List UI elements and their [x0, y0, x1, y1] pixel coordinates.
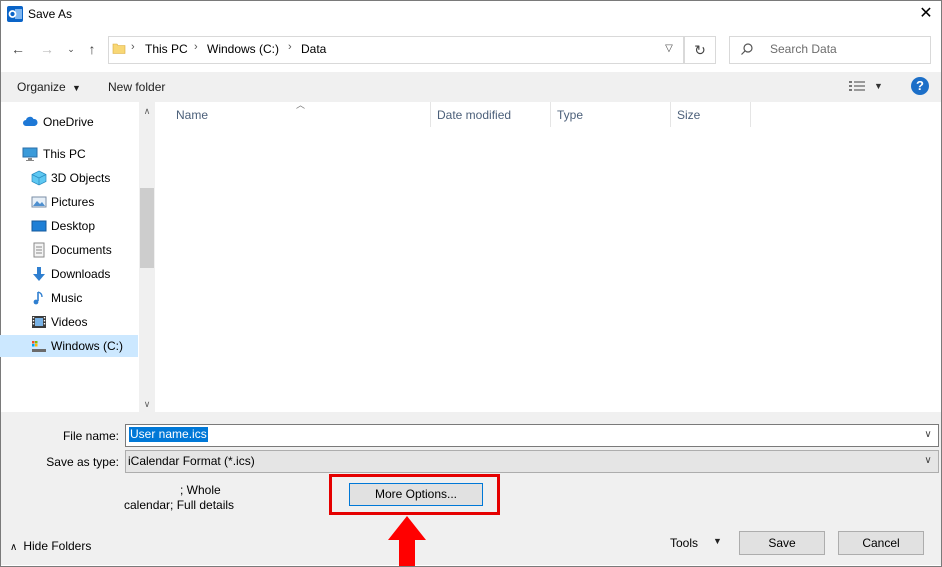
window-title: Save As [28, 7, 73, 21]
close-window-button[interactable]: ✕ [912, 1, 940, 27]
nav-item-windows-c[interactable]: Windows (C:) [0, 335, 138, 357]
downloads-icon [33, 267, 45, 281]
search-placeholder: Search Data [770, 42, 837, 56]
nav-item-label: Documents [51, 243, 112, 257]
onedrive-cloud-icon [23, 116, 38, 126]
back-arrow-icon[interactable]: ← [9, 40, 27, 58]
file-name-value[interactable]: User name.ics [129, 427, 208, 442]
column-header-date-modified[interactable]: Date modified [437, 108, 511, 122]
column-divider[interactable] [550, 102, 551, 127]
refresh-icon[interactable]: ↻ [684, 36, 716, 64]
nav-item-documents[interactable]: Documents [0, 239, 138, 261]
nav-item-label: 3D Objects [51, 171, 111, 185]
save-as-type-dropdown-icon[interactable]: ∨ [920, 451, 936, 471]
breadcrumb-chevron-icon: › [194, 41, 198, 53]
nav-item-label: OneDrive [43, 115, 94, 129]
hide-folders-button[interactable]: ∧ Hide Folders [10, 539, 91, 553]
tools-menu-button[interactable]: Tools [670, 536, 698, 550]
scrollbar-thumb[interactable] [140, 188, 154, 268]
nav-item-pictures[interactable]: Pictures [0, 191, 138, 213]
title-bar [1, 1, 941, 29]
nav-item-label: Music [51, 291, 83, 305]
nav-item-downloads[interactable]: Downloads [0, 263, 138, 285]
cancel-button[interactable]: Cancel [838, 531, 924, 555]
music-icon [33, 291, 43, 305]
nav-item-label: This PC [43, 147, 86, 161]
chevron-down-icon: ▼ [72, 83, 81, 93]
nav-item-this-pc[interactable]: This PC [0, 143, 138, 165]
save-description-line2: calendar; Full details [124, 498, 235, 512]
forward-arrow-icon[interactable]: → [38, 40, 56, 58]
column-header-size[interactable]: Size [677, 108, 700, 122]
scroll-down-arrow-icon[interactable]: ∨ [139, 397, 155, 411]
column-divider[interactable] [430, 102, 431, 127]
column-divider[interactable] [670, 102, 671, 127]
folder-icon [112, 43, 126, 54]
hide-folders-label: Hide Folders [23, 539, 92, 553]
desktop-icon [31, 220, 47, 232]
nav-item-label: Videos [51, 315, 88, 329]
nav-item-onedrive[interactable]: OneDrive [0, 111, 138, 133]
nav-item-3d-objects[interactable]: 3D Objects [0, 167, 138, 189]
breadcrumb-chevron-icon: › [131, 41, 135, 53]
breadcrumb-data[interactable]: Data [301, 42, 326, 56]
outlook-app-icon [7, 6, 23, 22]
tools-dropdown-icon[interactable]: ▼ [713, 536, 722, 546]
red-arrow-up-annotation-icon [388, 516, 426, 566]
search-icon [741, 43, 753, 55]
nav-item-label: Windows (C:) [51, 339, 124, 353]
save-as-type-value: iCalendar Format (*.ics) [128, 454, 255, 468]
file-name-label: File name: [62, 429, 119, 443]
breadcrumb-windows-c[interactable]: Windows (C:) [207, 42, 279, 56]
videos-icon [32, 316, 46, 328]
file-name-input[interactable] [125, 424, 939, 447]
organize-label: Organize [17, 80, 66, 94]
pictures-icon [31, 196, 47, 208]
help-icon[interactable]: ? [911, 77, 929, 95]
documents-icon [33, 242, 45, 258]
save-description-line1: ; Whole [180, 483, 221, 497]
column-header-name[interactable]: Name [176, 108, 208, 122]
column-header-type[interactable]: Type [557, 108, 583, 122]
more-options-button[interactable]: More Options... [349, 483, 483, 506]
nav-item-music[interactable]: Music [0, 287, 138, 309]
recent-locations-chevron-icon[interactable]: ⌄ [62, 40, 80, 58]
organize-button[interactable]: Organize ▼ [17, 80, 81, 94]
file-list[interactable] [156, 102, 940, 412]
save-button[interactable]: Save [739, 531, 825, 555]
up-arrow-icon[interactable]: ↑ [83, 40, 101, 58]
breadcrumb-chevron-icon: › [288, 41, 292, 53]
nav-item-label: Downloads [51, 267, 111, 281]
column-divider[interactable] [750, 102, 751, 127]
drive-icon [32, 341, 46, 352]
view-dropdown-icon[interactable]: ▼ [874, 81, 883, 91]
file-name-dropdown-icon[interactable]: ∨ [920, 425, 936, 445]
sort-ascending-icon: ︿ [296, 100, 306, 110]
computer-icon [22, 147, 38, 161]
new-folder-button[interactable]: New folder [108, 80, 165, 94]
nav-item-desktop[interactable]: Desktop [0, 215, 138, 237]
nav-item-label: Desktop [51, 219, 96, 233]
nav-item-label: Pictures [51, 195, 95, 209]
view-options-icon[interactable] [849, 80, 865, 92]
chevron-up-icon: ∧ [10, 542, 18, 553]
save-as-type-label: Save as type: [46, 455, 119, 469]
nav-item-videos[interactable]: Videos [0, 311, 138, 333]
address-dropdown-icon[interactable]: ▽ [658, 36, 680, 62]
3d-objects-icon [31, 170, 47, 186]
breadcrumb-this-pc[interactable]: This PC [145, 42, 188, 56]
scroll-up-arrow-icon[interactable]: ∧ [139, 104, 155, 118]
